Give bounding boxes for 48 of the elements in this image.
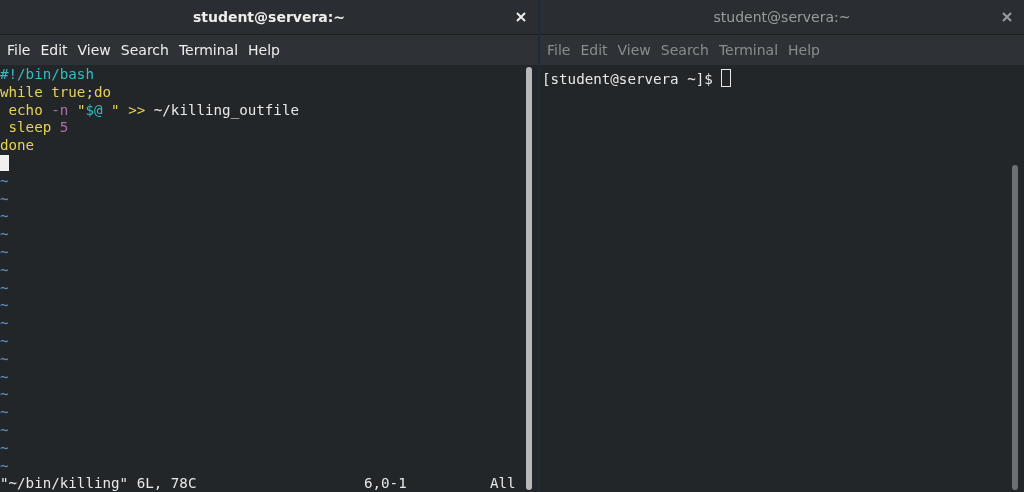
empty-line-marker: ~ bbox=[0, 279, 9, 296]
empty-line-marker: ~ bbox=[0, 190, 9, 207]
shell-prompt: [student@servera ~]$ bbox=[542, 71, 713, 87]
scrollbar[interactable] bbox=[1012, 165, 1018, 490]
empty-line-marker: ~ bbox=[0, 386, 9, 403]
window-title: student@servera:~ bbox=[713, 9, 851, 25]
empty-line-marker: ~ bbox=[0, 297, 9, 314]
menu-item[interactable]: Help bbox=[243, 42, 285, 58]
menu-item[interactable]: Edit bbox=[35, 42, 73, 58]
window-title: student@servera:~ bbox=[192, 9, 346, 25]
status-message: "~/bin/killing" 6L, 78C bbox=[0, 475, 198, 492]
menu-item[interactable]: View bbox=[612, 42, 656, 58]
scroll-position: All bbox=[490, 475, 516, 492]
menu-item[interactable]: Search bbox=[115, 42, 174, 58]
text-cursor bbox=[721, 69, 732, 87]
menu-item[interactable]: Help bbox=[783, 42, 825, 58]
code-line: #!/bin/bash bbox=[0, 66, 95, 84]
empty-line-marker: ~ bbox=[0, 332, 9, 349]
code-line: while true;do bbox=[0, 83, 113, 102]
empty-line-marker: ~ bbox=[0, 421, 9, 438]
empty-line-marker: ~ bbox=[0, 315, 9, 332]
menu-item[interactable]: Terminal bbox=[173, 42, 244, 58]
empty-line-marker: ~ bbox=[0, 243, 9, 260]
code-line: sleep 5 bbox=[7, 119, 70, 138]
empty-line-marker: ~ bbox=[0, 404, 9, 421]
empty-line-marker: ~ bbox=[0, 261, 9, 278]
menu-item[interactable]: Terminal bbox=[713, 42, 784, 58]
text-cursor bbox=[0, 155, 9, 171]
menu-item[interactable]: Search bbox=[655, 42, 714, 58]
menu-item[interactable]: View bbox=[72, 42, 116, 58]
scrollbar[interactable] bbox=[526, 67, 532, 490]
close-button[interactable] bbox=[514, 10, 528, 24]
cursor-position: 6,0-1 bbox=[364, 475, 408, 492]
close-icon bbox=[1002, 12, 1012, 22]
code-line: echo -n "$@ " >> ~/killing_outfile bbox=[7, 101, 300, 120]
close-icon bbox=[516, 12, 526, 22]
empty-line-marker: ~ bbox=[0, 439, 9, 456]
empty-line-marker: ~ bbox=[0, 350, 9, 367]
empty-line-marker: ~ bbox=[0, 208, 9, 225]
empty-line-marker: ~ bbox=[0, 226, 9, 243]
empty-line-marker: ~ bbox=[0, 172, 9, 189]
empty-line-marker: ~ bbox=[0, 368, 9, 385]
menu-item[interactable]: File bbox=[2, 42, 36, 58]
menu-item[interactable]: File bbox=[542, 42, 576, 58]
code-line: done bbox=[0, 137, 36, 155]
close-button[interactable] bbox=[1000, 10, 1014, 24]
empty-line-marker: ~ bbox=[0, 457, 9, 474]
menu-item[interactable]: Edit bbox=[575, 42, 613, 58]
